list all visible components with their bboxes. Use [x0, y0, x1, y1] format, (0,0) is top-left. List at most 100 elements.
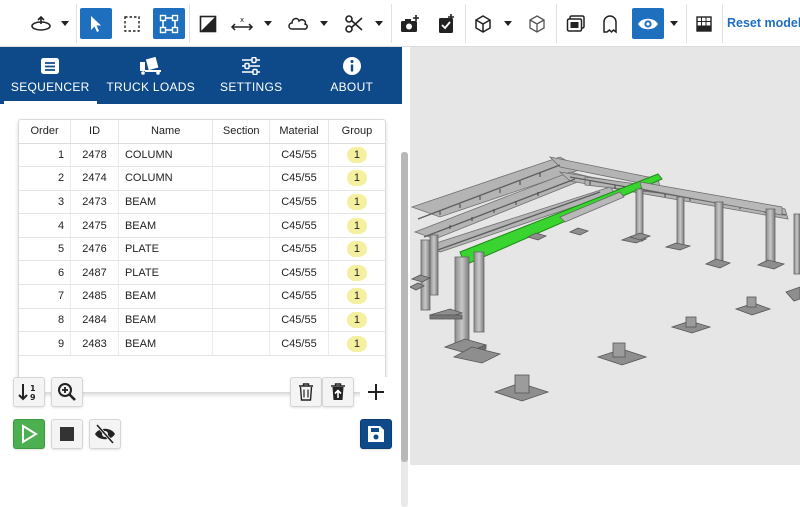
save-button[interactable]: [360, 419, 392, 449]
tab-bar: SEQUENCER TRUCK LOADS SETTINGS ABOUT: [0, 47, 402, 104]
group-badge: 1: [346, 217, 367, 234]
table-row[interactable]: 8 2484 BEAM C45/55 1: [19, 308, 385, 333]
add-button[interactable]: [360, 377, 392, 407]
clipboard-check-icon[interactable]: [431, 8, 461, 39]
stop-button[interactable]: [51, 419, 83, 449]
tab-about[interactable]: ABOUT: [302, 47, 403, 104]
cloud-dropdown-chevron-icon[interactable]: [318, 8, 330, 39]
group-badge: 1: [346, 193, 367, 210]
eye-dropdown-chevron-icon[interactable]: [668, 8, 680, 39]
cell-name: BEAM: [118, 213, 214, 238]
cell-name: COLUMN: [118, 143, 214, 168]
box-select-icon[interactable]: [116, 8, 148, 39]
sort-order-button[interactable]: 19: [13, 377, 45, 407]
cell-id: 2478: [70, 143, 119, 168]
cell-id: 2474: [70, 166, 119, 191]
cell-material: C45/55: [269, 237, 329, 262]
cell-order: 5: [19, 237, 72, 262]
sequence-table: Order ID Name Section Material Group 1 24…: [18, 119, 386, 393]
cell-section: [212, 308, 271, 333]
cell-name: BEAM: [118, 331, 214, 356]
panel-scrollbar-thumb[interactable]: [401, 152, 408, 462]
column-header-section[interactable]: Section: [212, 120, 271, 144]
cell-material: C45/55: [269, 331, 329, 356]
cut-dropdown-chevron-icon[interactable]: [373, 8, 385, 39]
delete-move-up-button[interactable]: [322, 377, 354, 407]
cell-group: 1: [328, 213, 385, 238]
cell-group: 1: [328, 284, 385, 309]
cell-name: BEAM: [118, 190, 214, 215]
fit-frame-icon[interactable]: [153, 8, 185, 39]
select-pointer-icon[interactable]: [80, 8, 112, 39]
cell-section: [212, 284, 271, 309]
table-row[interactable]: 3 2473 BEAM C45/55 1: [19, 190, 385, 215]
svg-text:1: 1: [30, 384, 36, 393]
column-header-id[interactable]: ID: [70, 120, 119, 144]
eye-icon[interactable]: [632, 8, 664, 39]
cell-group: 1: [328, 331, 385, 356]
cell-material: C45/55: [269, 166, 329, 191]
play-button[interactable]: [13, 419, 45, 449]
cell-group: 1: [328, 143, 385, 168]
group-badge: 1: [346, 311, 367, 328]
cell-material: C45/55: [269, 284, 329, 309]
cube-icon[interactable]: [468, 8, 498, 39]
orbit-icon[interactable]: [26, 8, 56, 39]
cell-section: [212, 331, 271, 356]
cell-id: 2487: [70, 260, 119, 286]
cell-order: 6: [19, 260, 72, 286]
table-row[interactable]: 6 2487 PLATE C45/55 1: [19, 260, 385, 286]
tab-settings[interactable]: SETTINGS: [201, 47, 302, 104]
tab-sequencer[interactable]: SEQUENCER: [0, 47, 101, 104]
group-badge: 1: [346, 264, 367, 281]
delete-button[interactable]: [290, 377, 322, 407]
column-header-group[interactable]: Group: [328, 120, 385, 144]
cube-outline-icon[interactable]: [522, 8, 552, 39]
tab-truck-loads[interactable]: TRUCK LOADS: [101, 47, 202, 104]
group-badge: 1: [346, 146, 367, 163]
cell-group: 1: [328, 260, 385, 286]
toggle-visibility-button[interactable]: [89, 419, 121, 449]
truck-icon: [139, 57, 163, 75]
group-badge: 1: [346, 288, 367, 305]
group-badge: 1: [346, 241, 367, 258]
table-row[interactable]: 9 2483 BEAM C45/55 1: [19, 331, 385, 356]
table-row[interactable]: 1 2478 COLUMN C45/55 1: [19, 143, 385, 168]
table-row[interactable]: 2 2474 COLUMN C45/55 1: [19, 166, 385, 191]
sticker-icon[interactable]: [561, 8, 591, 39]
cell-material: C45/55: [269, 213, 329, 238]
zoom-button[interactable]: [51, 377, 83, 407]
list-icon: [40, 57, 60, 75]
group-badge: 1: [346, 335, 367, 352]
column-header-material[interactable]: Material: [269, 120, 329, 144]
cell-id: 2475: [70, 213, 119, 238]
sequencer-panel: SEQUENCER TRUCK LOADS SETTINGS ABOUT Ord…: [0, 47, 410, 507]
table-row[interactable]: 5 2476 PLATE C45/55 1: [19, 237, 385, 262]
reset-model-button[interactable]: Reset model: [727, 8, 800, 39]
sliders-icon: [241, 57, 261, 75]
ghost-icon[interactable]: [595, 8, 625, 39]
cell-material: C45/55: [269, 260, 329, 286]
trash-icon: [299, 383, 313, 401]
grid-icon[interactable]: [689, 8, 719, 39]
cloud-icon[interactable]: [282, 8, 314, 39]
tab-settings-label: SETTINGS: [220, 80, 283, 94]
section-icon[interactable]: [193, 8, 223, 39]
zoom-in-icon: [58, 383, 76, 401]
column-header-name[interactable]: Name: [118, 120, 214, 144]
structure-3d-model[interactable]: [410, 47, 800, 465]
table-row[interactable]: 7 2485 BEAM C45/55 1: [19, 284, 385, 309]
model-viewport[interactable]: [410, 47, 800, 465]
table-row[interactable]: 4 2475 BEAM C45/55 1: [19, 213, 385, 238]
tab-sequencer-label: SEQUENCER: [10, 80, 90, 94]
orbit-dropdown-chevron-icon[interactable]: [59, 8, 71, 39]
panel-scrollbar[interactable]: [401, 152, 408, 507]
axis-dropdown-chevron-icon[interactable]: [262, 8, 274, 39]
column-header-order[interactable]: Order: [19, 120, 72, 144]
axis-move-icon[interactable]: x: [227, 8, 257, 39]
cube-dropdown-chevron-icon[interactable]: [502, 8, 514, 39]
info-icon: [342, 57, 362, 75]
camera-add-icon[interactable]: [395, 8, 425, 39]
cut-icon[interactable]: [339, 8, 369, 39]
cell-name: BEAM: [118, 284, 214, 309]
